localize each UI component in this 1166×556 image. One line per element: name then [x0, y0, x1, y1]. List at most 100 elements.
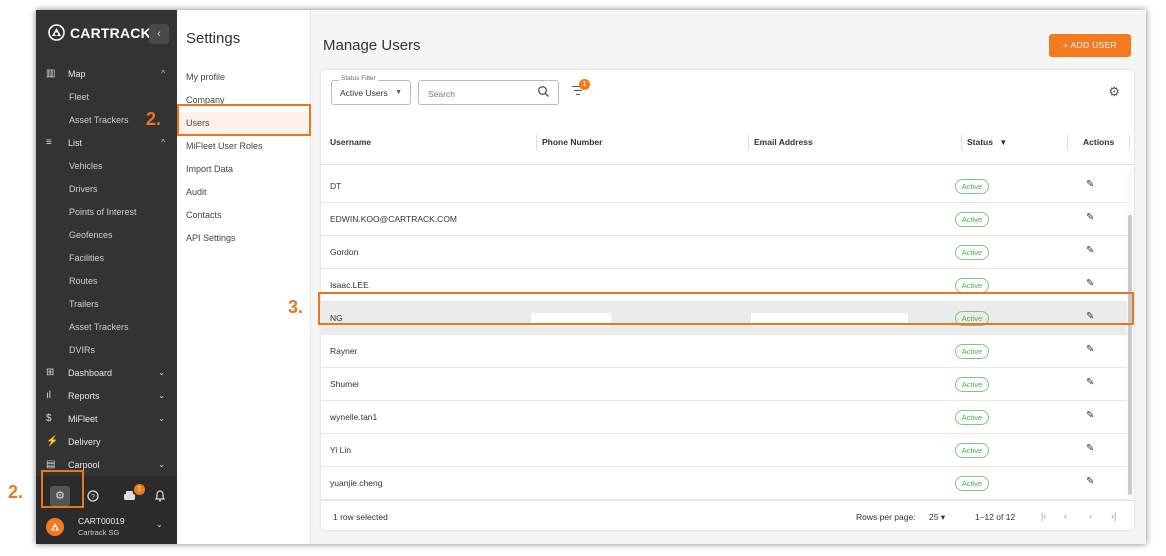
- filter-count-badge: 1: [579, 79, 590, 90]
- chevron-down-icon[interactable]: ⌄: [158, 368, 165, 377]
- column-status-label: Status: [967, 137, 993, 147]
- sidebar-item-label: Fleet: [69, 91, 90, 102]
- sidebar-item-label: Geofences: [69, 229, 113, 240]
- settings-item-mifleet-user-roles[interactable]: MiFleet User Roles: [177, 135, 311, 158]
- edit-pencil-icon[interactable]: ✎: [1086, 278, 1094, 289]
- chevron-down-icon[interactable]: ⌄: [156, 520, 163, 529]
- column-phone-number[interactable]: Phone Number: [542, 120, 602, 165]
- table-footer: 1 row selected Rows per page: 25 ▾ 1–12 …: [321, 500, 1134, 530]
- edit-pencil-icon[interactable]: ✎: [1086, 410, 1094, 421]
- sidebar-item-routes[interactable]: Routes: [36, 269, 177, 292]
- sidebar-item-dashboard[interactable]: ⊞ Dashboard ⌄: [36, 361, 177, 384]
- chevron-up-icon[interactable]: ^: [161, 138, 165, 147]
- first-page-icon[interactable]: |‹: [1041, 511, 1046, 521]
- settings-item-contacts[interactable]: Contacts: [177, 204, 311, 227]
- edit-pencil-icon[interactable]: ✎: [1086, 377, 1094, 388]
- edit-pencil-icon[interactable]: ✎: [1086, 443, 1094, 454]
- table-row[interactable]: DT Active ✎: [321, 170, 1127, 203]
- status-badge: Active: [955, 377, 989, 392]
- sidebar-item-mifleet[interactable]: $ MiFleet ⌄: [36, 407, 177, 430]
- previous-page-icon[interactable]: ‹: [1064, 511, 1067, 521]
- sidebar-item-geofences[interactable]: Geofences: [36, 223, 177, 246]
- sidebar-item-vehicles[interactable]: Vehicles: [36, 154, 177, 177]
- bell-icon[interactable]: [150, 486, 170, 506]
- rows-per-page-select[interactable]: 25 ▾: [929, 512, 945, 523]
- table-settings-gear-icon[interactable]: ⚙: [1108, 84, 1120, 100]
- brand[interactable]: CARTRACK: [48, 24, 151, 41]
- table-row[interactable]: Gordon Active ✎: [321, 236, 1127, 269]
- sidebar-item-label: Carpool: [68, 459, 100, 470]
- help-icon[interactable]: ?: [83, 486, 103, 506]
- column-email-address[interactable]: Email Address: [754, 120, 813, 165]
- table-scrollbar[interactable]: [1127, 170, 1134, 500]
- delivery-icon: ⚡: [46, 436, 59, 447]
- rows-per-page-label: Rows per page:: [856, 512, 916, 522]
- status-badge: Active: [955, 476, 989, 491]
- sidebar-item-facilities[interactable]: Facilities: [36, 246, 177, 269]
- table-row[interactable]: Rayner Active ✎: [321, 335, 1127, 368]
- sidebar-item-label: Dashboard: [68, 367, 113, 378]
- username-cell: DT: [330, 181, 342, 191]
- sidebar-item-reports[interactable]: ıl Reports ⌄: [36, 384, 177, 407]
- search-icon[interactable]: [537, 85, 550, 101]
- edit-pencil-icon[interactable]: ✎: [1086, 245, 1094, 256]
- collapse-sidebar-button[interactable]: ‹: [149, 24, 169, 44]
- status-badge: Active: [955, 443, 989, 458]
- username-cell: Rayner: [330, 346, 358, 356]
- table-row[interactable]: wynelle.tan1 Active ✎: [321, 401, 1127, 434]
- sidebar-item-dvirs[interactable]: DVIRs: [36, 338, 177, 361]
- settings-item-my-profile[interactable]: My profile: [177, 66, 311, 89]
- sidebar-item-label: Trailers: [69, 298, 99, 309]
- pagination-range: 1–12 of 12: [975, 512, 1016, 522]
- sidebar-item-asset-trackers[interactable]: Asset Trackers: [36, 315, 177, 338]
- settings-item-api-settings[interactable]: API Settings: [177, 227, 311, 250]
- sidebar-item-trailers[interactable]: Trailers: [36, 292, 177, 315]
- dollar-icon: $: [46, 413, 52, 424]
- column-separator: [961, 135, 962, 150]
- chevron-up-icon[interactable]: ^: [161, 69, 165, 78]
- next-page-icon[interactable]: ›: [1089, 511, 1092, 521]
- sidebar-item-list[interactable]: ≡ List ^: [36, 131, 177, 154]
- sidebar-item-points-of-interest[interactable]: Points of Interest: [36, 200, 177, 223]
- search-input[interactable]: Search: [418, 80, 559, 105]
- edit-pencil-icon[interactable]: ✎: [1086, 344, 1094, 355]
- add-user-button[interactable]: + ADD USER: [1049, 34, 1131, 57]
- sidebar-item-fleet[interactable]: Fleet: [36, 85, 177, 108]
- settings-title: Settings: [186, 30, 241, 47]
- list-icon: ≡: [46, 137, 52, 148]
- table-header: Username Phone Number Email Address Stat…: [321, 120, 1134, 165]
- account-switcher[interactable]: CART00019 Cartrack SG: [46, 516, 125, 538]
- settings-menu: My profile Company Users MiFleet User Roles…: [177, 66, 311, 250]
- sidebar-item-delivery[interactable]: ⚡ Delivery: [36, 430, 177, 453]
- status-badge: Active: [955, 344, 989, 359]
- status-filter-select[interactable]: Status Filter Active Users ▼: [331, 75, 411, 105]
- edit-pencil-icon[interactable]: ✎: [1086, 212, 1094, 223]
- settings-item-import-data[interactable]: Import Data: [177, 158, 311, 181]
- sidebar-item-label: Reports: [68, 390, 100, 401]
- table-row[interactable]: Shumei Active ✎: [321, 368, 1127, 401]
- chevron-down-icon[interactable]: ⌄: [158, 414, 165, 423]
- last-page-icon[interactable]: ›|: [1111, 511, 1116, 521]
- table-row[interactable]: EDWIN.KOO@CARTRACK.COM Active ✎: [321, 203, 1127, 236]
- chevron-down-icon[interactable]: ⌄: [158, 391, 165, 400]
- status-filter-value: Active Users: [340, 88, 388, 98]
- column-username[interactable]: Username: [330, 120, 371, 165]
- annotation-highlight-users: [177, 104, 311, 136]
- column-status[interactable]: Status ▼: [967, 120, 1007, 165]
- page-title: Manage Users: [323, 37, 421, 54]
- sidebar-item-label: Points of Interest: [69, 206, 137, 217]
- chevron-down-icon[interactable]: ⌄: [158, 460, 165, 469]
- annotation-step-2-users: 2.: [146, 109, 162, 129]
- scrollbar-thumb[interactable]: [1128, 215, 1132, 495]
- edit-pencil-icon[interactable]: ✎: [1086, 179, 1094, 190]
- sidebar-item-drivers[interactable]: Drivers: [36, 177, 177, 200]
- funnel-filter-icon[interactable]: ▼: [999, 138, 1007, 147]
- table-row[interactable]: Yi Lin Active ✎: [321, 434, 1127, 467]
- edit-pencil-icon[interactable]: ✎: [1086, 476, 1094, 487]
- sidebar-item-map[interactable]: ▥ Map ^: [36, 62, 177, 85]
- table-row[interactable]: yuanjie.cheng Active ✎: [321, 467, 1127, 500]
- status-badge: Active: [955, 212, 989, 227]
- sidebar-item-label: Asset Trackers: [69, 321, 129, 332]
- settings-item-audit[interactable]: Audit: [177, 181, 311, 204]
- map-icon: ▥: [46, 68, 56, 79]
